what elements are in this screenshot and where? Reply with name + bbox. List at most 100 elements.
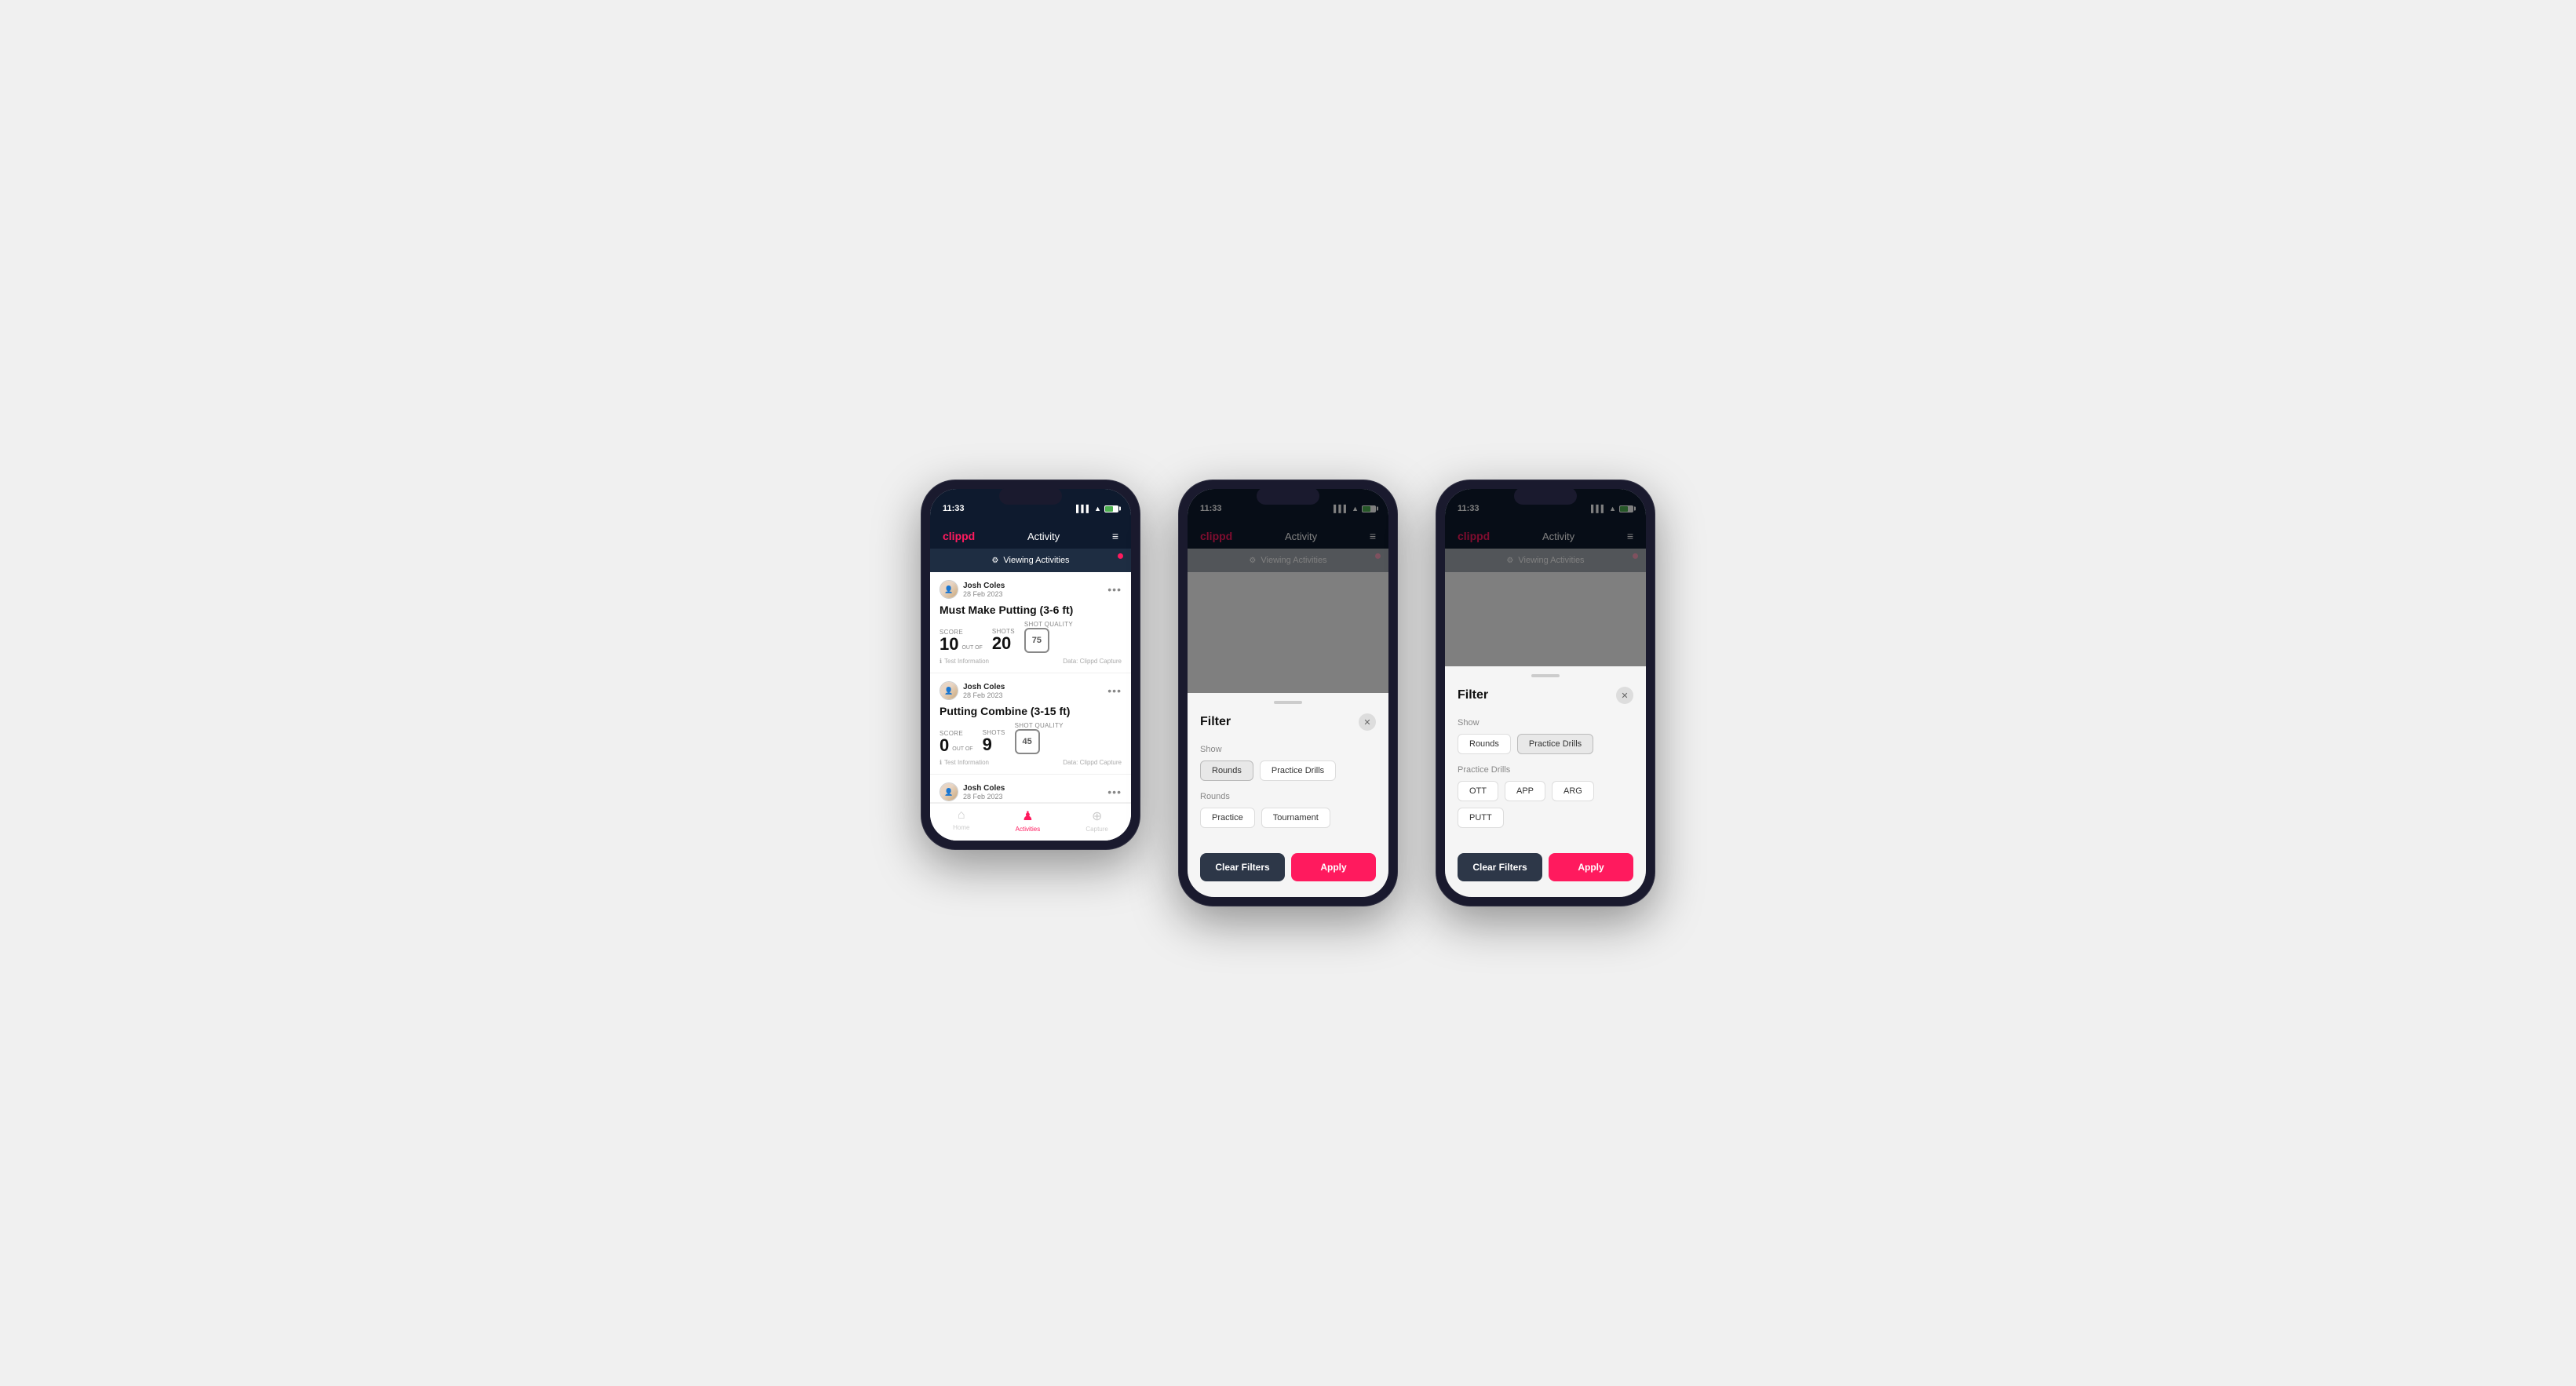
notification-dot [1118, 553, 1123, 559]
pill-practice-drills-2[interactable]: Practice Drills [1260, 760, 1336, 781]
pill-tournament-2[interactable]: Tournament [1261, 808, 1330, 828]
show-pills-2: Rounds Practice Drills [1200, 760, 1376, 781]
pill-rounds-3[interactable]: Rounds [1458, 734, 1511, 754]
pill-practice-drills-3[interactable]: Practice Drills [1517, 734, 1593, 754]
phone-3: 11:33 ▌▌▌ ▲ clippd Activity ≡ ⚙ Viewing … [1436, 480, 1655, 906]
dynamic-island-2 [1257, 487, 1319, 505]
more-options-1[interactable]: ••• [1107, 583, 1122, 596]
drills-label-3: Practice Drills [1458, 765, 1633, 775]
user-date-3: 28 Feb 2023 [963, 793, 1005, 801]
phone-1: 11:33 ▌▌▌ ▲ clippd Activity ≡ ⚙ Viewing … [921, 480, 1140, 850]
status-icons: ▌▌▌ ▲ [1076, 505, 1118, 512]
wifi-icon: ▲ [1094, 505, 1101, 512]
data-source-1: Data: Clippd Capture [1063, 658, 1122, 665]
user-date-1: 28 Feb 2023 [963, 590, 1005, 598]
viewing-banner-text: Viewing Activities [1003, 556, 1069, 565]
pill-rounds-2[interactable]: Rounds [1200, 760, 1253, 781]
status-time: 11:33 [943, 504, 965, 513]
user-name-1: Josh Coles [963, 582, 1005, 590]
nav-capture-label: Capture [1085, 826, 1107, 833]
info-text-2: ℹ Test Information [940, 759, 989, 766]
activity-card-2[interactable]: 👤 Josh Coles 28 Feb 2023 ••• Putting Com… [930, 673, 1131, 775]
dynamic-island-3 [1514, 487, 1577, 505]
score-group-1: 10 OUT OF [940, 636, 983, 653]
score-group-2: 0 OUT OF [940, 737, 973, 754]
card-header-1: 👤 Josh Coles 28 Feb 2023 ••• [940, 580, 1122, 599]
apply-button-2[interactable]: Apply [1291, 853, 1376, 881]
header-title: Activity [1027, 531, 1060, 542]
close-button-2[interactable]: ✕ [1359, 713, 1376, 731]
phone-screen-3: 11:33 ▌▌▌ ▲ clippd Activity ≡ ⚙ Viewing … [1445, 489, 1646, 897]
pill-putt-3[interactable]: PUTT [1458, 808, 1504, 828]
filter-title-3: Filter [1458, 688, 1488, 702]
phone-screen-2: 11:33 ▌▌▌ ▲ clippd Activity ≡ ⚙ Viewing … [1188, 489, 1388, 897]
nav-home-label: Home [953, 824, 969, 831]
user-details-2: Josh Coles 28 Feb 2023 [963, 683, 1005, 699]
rounds-pills-2: Practice Tournament [1200, 808, 1376, 828]
filter-footer-3: Clear Filters Apply [1445, 845, 1646, 881]
phone-2: 11:33 ▌▌▌ ▲ clippd Activity ≡ ⚙ Viewing … [1178, 480, 1398, 906]
avatar-image-1: 👤 [940, 581, 958, 598]
filter-title-2: Filter [1200, 715, 1231, 729]
card-header-2: 👤 Josh Coles 28 Feb 2023 ••• [940, 681, 1122, 700]
activity-title-2: Putting Combine (3-15 ft) [940, 705, 1122, 717]
info-icon-1: ℹ [940, 658, 942, 665]
activity-title-1: Must Make Putting (3-6 ft) [940, 604, 1122, 616]
activity-card-3[interactable]: 👤 Josh Coles 28 Feb 2023 ••• [930, 775, 1131, 803]
clear-filters-button-3[interactable]: Clear Filters [1458, 853, 1542, 881]
pill-arg-3[interactable]: ARG [1552, 781, 1594, 801]
shots-stat-1: Shots 20 [992, 628, 1015, 653]
filter-icon: ⚙ [991, 556, 998, 565]
stats-row-1: Score 10 OUT OF Shots 20 Shot Quality [940, 621, 1122, 653]
menu-icon[interactable]: ≡ [1112, 530, 1118, 542]
out-of-1: OUT OF [961, 645, 982, 651]
avatar-image-2: 👤 [940, 682, 958, 699]
filter-sheet-3: Filter ✕ Show Rounds Practice Drills Pra… [1445, 666, 1646, 897]
score-stat-1: Score 10 OUT OF [940, 629, 983, 653]
sq-label-1: Shot Quality [1024, 621, 1073, 628]
content-area: 👤 Josh Coles 28 Feb 2023 ••• Must Make P… [930, 572, 1131, 803]
more-options-3[interactable]: ••• [1107, 786, 1122, 798]
phone-screen: 11:33 ▌▌▌ ▲ clippd Activity ≡ ⚙ Viewing … [930, 489, 1131, 841]
card-footer-2: ℹ Test Information Data: Clippd Capture [940, 759, 1122, 766]
user-info-3: 👤 Josh Coles 28 Feb 2023 [940, 782, 1005, 801]
card-header-3: 👤 Josh Coles 28 Feb 2023 ••• [940, 782, 1122, 801]
filter-footer-2: Clear Filters Apply [1188, 845, 1388, 881]
sq-stat-2: Shot Quality 45 [1015, 722, 1064, 754]
home-icon: ⌂ [958, 808, 965, 822]
user-info-2: 👤 Josh Coles 28 Feb 2023 [940, 681, 1005, 700]
nav-home[interactable]: ⌂ Home [953, 808, 969, 833]
drills-pills-3: OTT APP ARG PUTT [1458, 781, 1633, 828]
show-pills-3: Rounds Practice Drills [1458, 734, 1633, 754]
apply-button-3[interactable]: Apply [1549, 853, 1633, 881]
user-name-2: Josh Coles [963, 683, 1005, 691]
sq-badge-1: 75 [1024, 628, 1049, 653]
clear-filters-button-2[interactable]: Clear Filters [1200, 853, 1285, 881]
info-icon-2: ℹ [940, 759, 942, 766]
filter-body-3: Show Rounds Practice Drills Practice Dri… [1445, 712, 1646, 845]
user-details-1: Josh Coles 28 Feb 2023 [963, 582, 1005, 598]
viewing-banner[interactable]: ⚙ Viewing Activities [930, 549, 1131, 572]
avatar-2: 👤 [940, 681, 958, 700]
filter-header-2: Filter ✕ [1188, 704, 1388, 739]
nav-activities[interactable]: ♟ Activities [1016, 808, 1041, 833]
user-info-1: 👤 Josh Coles 28 Feb 2023 [940, 580, 1005, 599]
activity-card-1[interactable]: 👤 Josh Coles 28 Feb 2023 ••• Must Make P… [930, 572, 1131, 673]
card-footer-1: ℹ Test Information Data: Clippd Capture [940, 658, 1122, 665]
app-header: clippd Activity ≡ [930, 523, 1131, 549]
score-value-1: 10 [940, 636, 958, 653]
pill-ott-3[interactable]: OTT [1458, 781, 1498, 801]
bottom-nav: ⌂ Home ♟ Activities ⊕ Capture [930, 803, 1131, 841]
nav-activities-label: Activities [1016, 826, 1041, 833]
nav-capture[interactable]: ⊕ Capture [1085, 808, 1107, 833]
user-name-3: Josh Coles [963, 784, 1005, 793]
shots-value-1: 20 [992, 633, 1011, 653]
capture-icon: ⊕ [1092, 808, 1102, 824]
logo: clippd [943, 530, 975, 542]
signal-icon: ▌▌▌ [1076, 505, 1091, 512]
pill-app-3[interactable]: APP [1505, 781, 1545, 801]
more-options-2[interactable]: ••• [1107, 684, 1122, 697]
scene: 11:33 ▌▌▌ ▲ clippd Activity ≡ ⚙ Viewing … [889, 432, 1687, 954]
close-button-3[interactable]: ✕ [1616, 687, 1633, 704]
pill-practice-2[interactable]: Practice [1200, 808, 1255, 828]
